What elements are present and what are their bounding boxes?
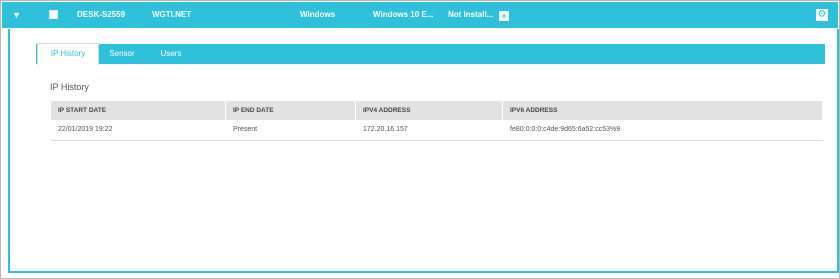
device-detail-panel: IP History Sensor Users IP History IP ST… xyxy=(8,29,839,273)
tab-users[interactable]: Users xyxy=(149,44,193,64)
install-status: Not Install... xyxy=(448,10,494,19)
tab-ip-history[interactable]: IP History xyxy=(37,43,99,65)
cell-ipv6-address: fe80:0:0:0:c4de:9d65:6a52:cc53%9 xyxy=(510,126,621,133)
ip-history-table: IP START DATE IP END DATE IPV4 ADDRESS I… xyxy=(51,101,823,141)
detail-tabs: IP History Sensor Users xyxy=(36,43,825,65)
cell-ip-start-date: 22/01/2019 19:22 xyxy=(58,126,113,133)
row-select-checkbox[interactable] xyxy=(49,10,58,19)
tab-sensor[interactable]: Sensor xyxy=(100,44,144,64)
column-header-ip-end-date[interactable]: IP END DATE xyxy=(226,101,356,120)
gear-icon[interactable]: ⚙ xyxy=(816,9,828,21)
device-domain: WGTI.NET xyxy=(152,10,192,19)
device-name[interactable]: DESK-S2559 xyxy=(77,2,125,28)
cell-ip-end-date: Present xyxy=(233,126,258,133)
install-add-button[interactable]: + xyxy=(499,11,509,21)
device-row[interactable]: ▼ DESK-S2559 WGTI.NET Windows Windows 10… xyxy=(2,2,838,28)
device-os: Windows xyxy=(300,10,336,19)
device-panel-frame: ▼ DESK-S2559 WGTI.NET Windows Windows 10… xyxy=(0,0,840,279)
column-header-ipv6-address[interactable]: IPV6 ADDRESS xyxy=(503,101,823,120)
section-title: IP History xyxy=(50,82,89,92)
column-header-ip-start-date[interactable]: IP START DATE xyxy=(51,101,226,120)
collapse-chevron-icon[interactable]: ▼ xyxy=(12,10,22,20)
table-row: 22/01/2019 19:22 Present 172.20.16.157 f… xyxy=(51,120,823,141)
column-header-ipv4-address[interactable]: IPV4 ADDRESS xyxy=(356,101,503,120)
cell-ipv4-address: 172.20.16.157 xyxy=(363,126,408,133)
table-header: IP START DATE IP END DATE IPV4 ADDRESS I… xyxy=(51,101,823,120)
device-os-version: Windows 10 E... xyxy=(373,10,434,19)
